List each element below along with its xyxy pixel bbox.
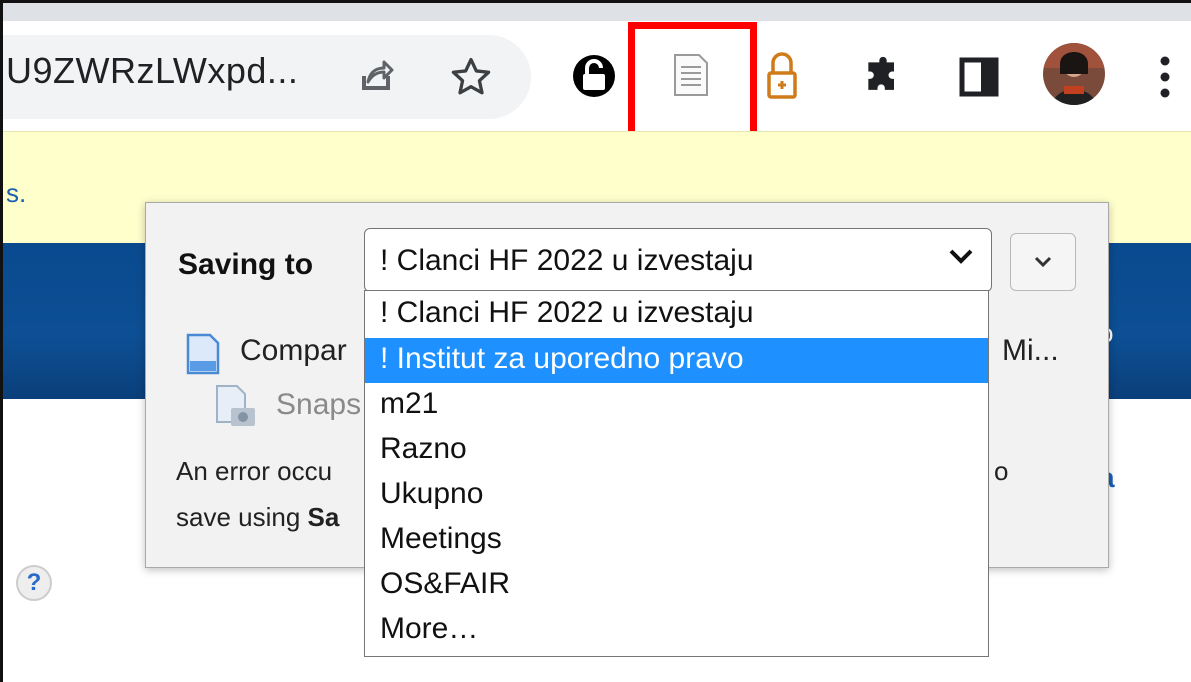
snapshot-label: Snaps	[276, 388, 362, 421]
error-text-line2-start: save using	[176, 502, 308, 532]
info-bar-text[interactable]: s.	[6, 178, 26, 209]
error-text-line1: An error occu	[176, 456, 333, 486]
side-panel-icon[interactable]	[956, 54, 1002, 100]
collection-dropdown-list: ! Clanci HF 2022 u izvestaju ! Institut …	[364, 290, 989, 657]
collection-option-selected[interactable]: ! Institut za uporedno pravo	[365, 338, 988, 383]
error-text-line2: save using Sa	[176, 502, 339, 533]
profile-avatar[interactable]	[1040, 40, 1108, 108]
item-title-text: Compar	[240, 334, 347, 367]
collection-option[interactable]: ! Clanci HF 2022 u izvestaju	[365, 292, 988, 337]
share-icon[interactable]	[352, 52, 400, 100]
error-text-line1-end: o	[994, 456, 1009, 486]
item-title-suffix: Mi...	[1002, 334, 1059, 367]
star-icon[interactable]	[446, 52, 496, 102]
lock-extension-icon[interactable]	[570, 52, 618, 100]
document-item-icon	[182, 330, 224, 378]
tab-strip	[3, 3, 1191, 21]
error-text-bold: Sa	[307, 502, 340, 532]
kebab-menu-icon[interactable]	[1150, 50, 1180, 104]
padlock-extension-icon[interactable]	[762, 48, 802, 104]
url-text[interactable]: U9ZWRzLWxpd...	[6, 50, 298, 92]
tags-expand-button[interactable]	[1010, 233, 1076, 291]
collection-select-value[interactable]: ! Clanci HF 2022 u izvestaju	[380, 244, 754, 278]
collection-option[interactable]: Ukupno	[365, 473, 988, 518]
collection-option[interactable]: Razno	[365, 428, 988, 473]
chevron-down-icon	[1034, 256, 1052, 268]
highlight-annotation	[628, 22, 757, 140]
collection-option[interactable]: Meetings	[365, 518, 988, 563]
more-collections-option[interactable]: More…	[365, 608, 988, 653]
saving-to-label: Saving to	[178, 248, 314, 281]
collection-option[interactable]: m21	[365, 383, 988, 428]
snapshot-icon	[212, 382, 260, 430]
help-icon[interactable]: ?	[16, 565, 52, 601]
collection-option[interactable]: OS&FAIR	[365, 563, 988, 608]
puzzle-extensions-icon[interactable]	[858, 52, 908, 102]
chevron-down-icon[interactable]	[948, 248, 974, 271]
